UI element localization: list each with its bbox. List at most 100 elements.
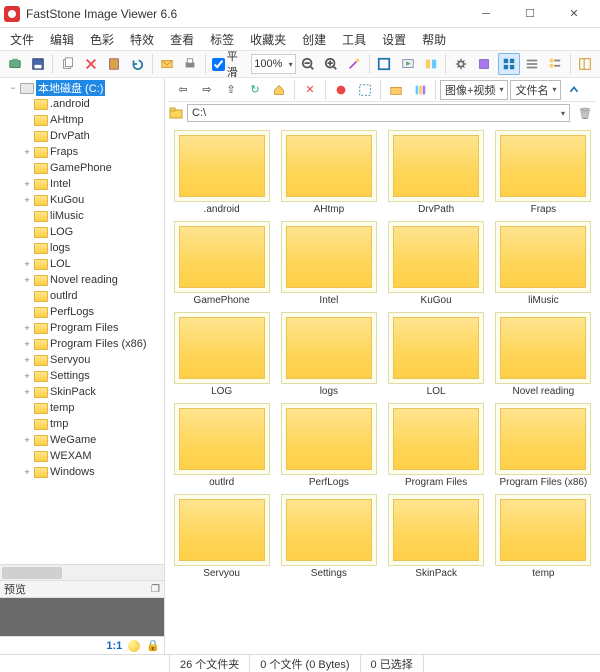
zoom-ratio[interactable]: 1:1 [106,640,122,652]
tree-item[interactable]: logs [2,240,162,256]
thumb-card[interactable]: liMusic [493,221,594,306]
zoom-out-icon[interactable] [298,53,319,75]
menu-2[interactable]: 色彩 [84,29,120,50]
new-folder-icon[interactable] [385,79,407,101]
thumb-card[interactable]: LOG [171,312,272,397]
thumb-card[interactable]: GamePhone [171,221,272,306]
menu-5[interactable]: 标签 [204,29,240,50]
tree-h-scrollbar[interactable] [0,564,164,580]
thumb-card[interactable]: Program Files (x86) [493,403,594,488]
cut-icon[interactable] [80,53,101,75]
tree-item[interactable]: DrvPath [2,128,162,144]
thumb-card[interactable]: Servyou [171,494,272,579]
copy-icon[interactable] [57,53,78,75]
tree-item[interactable]: +KuGou [2,192,162,208]
minimize-button[interactable]: ─ [464,0,508,28]
tree-item[interactable]: PerfLogs [2,304,162,320]
smooth-checkbox[interactable]: 平滑 [210,48,250,80]
layout-icon[interactable] [575,53,596,75]
tree-item[interactable]: LOG [2,224,162,240]
skin-icon[interactable] [473,53,494,75]
menu-8[interactable]: 工具 [336,29,372,50]
tree-item[interactable]: outlrd [2,288,162,304]
thumb-card[interactable]: Intel [278,221,379,306]
close-button[interactable]: ✕ [552,0,596,28]
tree-item[interactable]: +Intel [2,176,162,192]
print-icon[interactable] [180,53,201,75]
fullscreen-icon[interactable] [374,53,395,75]
tree-root[interactable]: − 本地磁盘 (C:) [2,80,162,96]
tree-item[interactable]: GamePhone [2,160,162,176]
menu-4[interactable]: 查看 [164,29,200,50]
zoom-in-icon[interactable] [321,53,342,75]
thumb-card[interactable]: temp [493,494,594,579]
menu-6[interactable]: 收藏夹 [244,29,292,50]
nav-fwd-icon[interactable]: ⇨ [196,79,218,101]
view-thumb-icon[interactable] [498,53,519,75]
tree-item[interactable]: .android [2,96,162,112]
thumb-card[interactable]: AHtmp [278,130,379,215]
tree-item[interactable]: +Program Files (x86) [2,336,162,352]
address-field[interactable]: C:\ ▾ [187,104,570,122]
zoom-select[interactable]: 100% ▾ [251,54,295,74]
compare-icon[interactable] [420,53,441,75]
maximize-button[interactable]: ☐ [508,0,552,28]
refresh-icon[interactable]: ↻ [244,79,266,101]
thumb-card[interactable]: DrvPath [386,130,487,215]
tree-item[interactable]: +Program Files [2,320,162,336]
paste-icon[interactable] [103,53,124,75]
sort-asc-icon[interactable] [563,79,585,101]
settings-icon[interactable] [450,53,471,75]
trash-icon[interactable]: 🗑 [574,102,596,124]
folder-tree[interactable]: − 本地磁盘 (C:) .androidAHtmpDrvPath+FrapsGa… [0,78,164,564]
preview-detach-icon[interactable]: ❐ [151,584,160,595]
home-icon[interactable] [268,79,290,101]
menu-10[interactable]: 帮助 [416,29,452,50]
thumb-card[interactable]: outlrd [171,403,272,488]
color-picker-icon[interactable] [128,640,140,652]
tree-item[interactable]: +WeGame [2,432,162,448]
thumb-card[interactable]: .android [171,130,272,215]
thumb-card[interactable]: PerfLogs [278,403,379,488]
menu-0[interactable]: 文件 [4,29,40,50]
tree-item[interactable]: WEXAM [2,448,162,464]
thumb-card[interactable]: Settings [278,494,379,579]
menu-1[interactable]: 编辑 [44,29,80,50]
nav-up-icon[interactable]: ⇧ [220,79,242,101]
email-icon[interactable] [157,53,178,75]
tree-item[interactable]: +Fraps [2,144,162,160]
slideshow-icon[interactable] [397,53,418,75]
view-filter-select[interactable]: 图像+视频 ▾ [440,80,508,100]
tree-item[interactable]: liMusic [2,208,162,224]
wand-icon[interactable] [344,53,365,75]
smooth-check[interactable] [212,58,225,71]
lock-icon[interactable]: 🔒 [146,639,160,652]
save-icon[interactable] [27,53,48,75]
menu-9[interactable]: 设置 [376,29,412,50]
acquire-icon[interactable] [4,53,25,75]
thumb-card[interactable]: KuGou [386,221,487,306]
tree-item[interactable]: AHtmp [2,112,162,128]
menu-3[interactable]: 特效 [124,29,160,50]
nav-back-icon[interactable]: ⇦ [172,79,194,101]
thumb-card[interactable]: LOL [386,312,487,397]
tag-red-icon[interactable] [330,79,352,101]
fav-icon[interactable]: ✕ [299,79,321,101]
filter-icon[interactable] [409,79,431,101]
thumb-card[interactable]: Program Files [386,403,487,488]
tree-item[interactable]: +Windows [2,464,162,480]
tree-item[interactable]: tmp [2,416,162,432]
tree-item[interactable]: temp [2,400,162,416]
tree-item[interactable]: +Settings [2,368,162,384]
tree-item[interactable]: +Novel reading [2,272,162,288]
tree-item[interactable]: +LOL [2,256,162,272]
tree-item[interactable]: +Servyou [2,352,162,368]
sort-select[interactable]: 文件名 ▾ [510,80,561,100]
thumb-card[interactable]: Fraps [493,130,594,215]
thumb-card[interactable]: SkinPack [386,494,487,579]
select-all-icon[interactable] [354,79,376,101]
menu-7[interactable]: 创建 [296,29,332,50]
tree-item[interactable]: +SkinPack [2,384,162,400]
thumb-card[interactable]: Novel reading [493,312,594,397]
view-detail-icon[interactable] [545,53,566,75]
